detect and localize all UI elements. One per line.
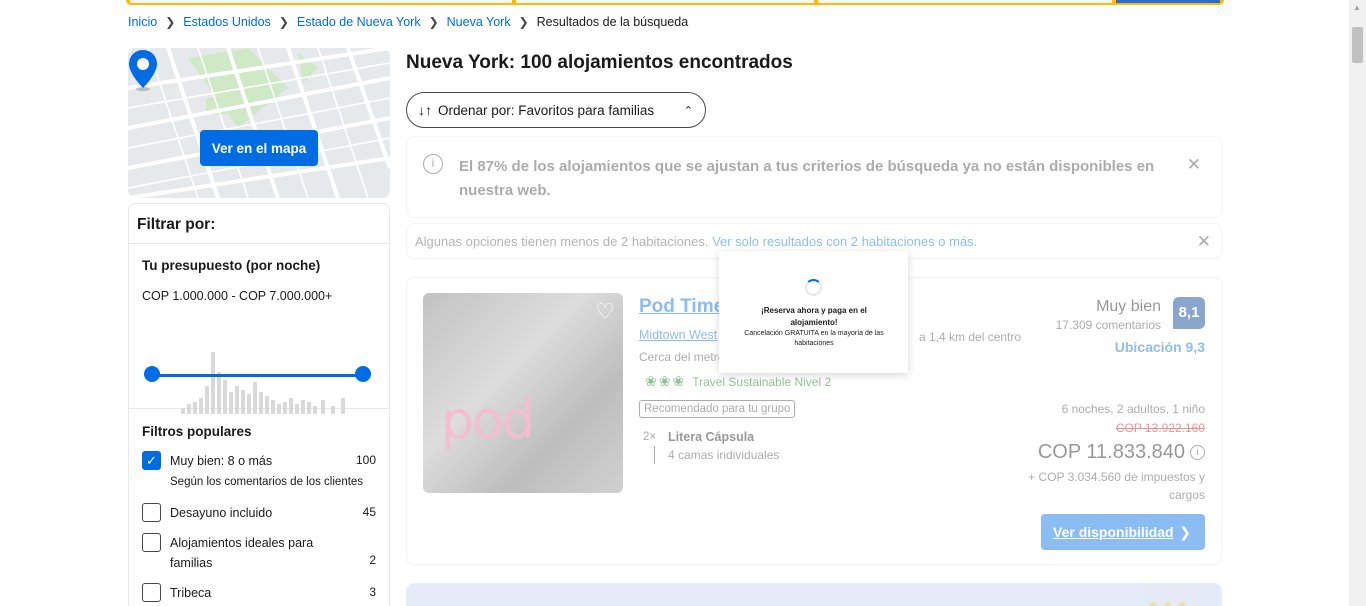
sort-label: Ordenar por: Favoritos para familias: [438, 102, 655, 118]
room-name: Litera Cápsula: [668, 430, 755, 444]
search-field-guests[interactable]: [818, 0, 1112, 3]
budget-slider-max-handle[interactable]: [355, 366, 371, 382]
view-on-map-button[interactable]: Ver en el mapa: [200, 130, 318, 166]
property-location[interactable]: Midtown West: [639, 328, 717, 342]
current-price: COP 11.833.840: [1037, 441, 1185, 463]
loading-popup: ¡Reserva ahora y paga en el alojamiento!…: [719, 251, 908, 373]
room-beds: 4 camas individuales: [668, 448, 780, 462]
sustainability-label: Travel Sustainable Nivel 2: [692, 374, 832, 389]
search-field-destination[interactable]: [130, 0, 512, 3]
property-name[interactable]: Pod Time: [639, 296, 724, 318]
see-availability-button[interactable]: Ver disponibilidad ❯: [1041, 514, 1205, 550]
taxes-info: + COP 3.034.560 de impuestos y cargos: [1028, 470, 1205, 502]
breadcrumb-home[interactable]: Inicio: [128, 15, 157, 29]
see-availability-label: Ver disponibilidad: [1053, 524, 1174, 540]
close-icon[interactable]: ✕: [1197, 232, 1211, 252]
chevron-right-icon: ❯: [278, 15, 289, 29]
map-pin-icon: [129, 50, 157, 91]
chevron-right-icon: ❯: [1179, 523, 1191, 540]
property-distance: a 1,4 km del centro: [919, 330, 1022, 344]
filter-label: Tribeca: [170, 586, 212, 600]
photo-sign-text: pod: [441, 391, 535, 451]
results-title: Nueva York: 100 alojamientos encontrados: [406, 52, 793, 73]
info-icon[interactable]: i: [1190, 445, 1205, 460]
property-photo[interactable]: pod ♡: [423, 293, 623, 493]
search-bar-strip: [126, 0, 1224, 5]
map-background: [128, 48, 390, 198]
filter-option-family[interactable]: Alojamientos ideales para familias 2: [142, 533, 376, 573]
chevron-right-icon: ❯: [428, 15, 439, 29]
breadcrumb-current: Resultados de la búsqueda: [536, 15, 689, 29]
price-histogram: [181, 352, 345, 414]
review-score-word: Muy bien: [1096, 298, 1161, 315]
map-preview[interactable]: Ver en el mapa: [128, 48, 390, 198]
heart-icon[interactable]: ♡: [595, 299, 615, 325]
location-score: Ubicación 9,3: [1114, 339, 1205, 355]
filter-sublabel: Según los comentarios de los clientes: [170, 476, 364, 488]
review-score-badge[interactable]: 8,1: [1173, 297, 1205, 329]
scrollbar-thumb[interactable]: [1352, 27, 1363, 63]
budget-slider-track[interactable]: [153, 374, 363, 377]
room-quantity: 2×: [643, 431, 657, 443]
checkbox-icon[interactable]: [142, 533, 161, 552]
info-message: El 87% de los alojamientos que se ajusta…: [459, 158, 1155, 199]
popup-subtitle: Cancelación GRATUITA en la mayoría de la…: [744, 330, 884, 347]
decoration-icon: ●●●: [1147, 595, 1192, 606]
filter-option-breakfast[interactable]: Desayuno incluido 45: [142, 503, 376, 523]
breadcrumb-city[interactable]: Nueva York: [447, 15, 511, 29]
recommended-badge: Recomendado para tu grupo: [639, 400, 796, 418]
chevron-up-down-icon: ⌃: [683, 104, 693, 117]
budget-range: COP 1.000.000 - COP 7.000.000+: [142, 289, 333, 303]
rooms-note-link[interactable]: Ver solo resultados con 2 habitaciones o…: [712, 234, 977, 249]
sort-dropdown[interactable]: ↓↑ Ordenar por: Favoritos para familias …: [406, 92, 706, 128]
breadcrumb-country[interactable]: Estados Unidos: [183, 15, 271, 29]
popular-filters-title: Filtros populares: [142, 424, 252, 439]
property-near: Cerca del metro: [639, 350, 725, 364]
search-field-dates[interactable]: [516, 0, 814, 3]
checkbox-checked-icon[interactable]: ✓: [142, 451, 161, 470]
popup-title: ¡Reserva ahora y paga en el alojamiento!: [761, 306, 867, 327]
search-button[interactable]: [1116, 0, 1220, 3]
room-divider: [654, 446, 655, 464]
filter-count: 45: [362, 505, 376, 519]
budget-title: Tu presupuesto (por noche): [142, 258, 321, 273]
stay-info: 6 noches, 2 adultos, 1 niño: [1061, 402, 1205, 416]
budget-filter: Tu presupuesto (por noche) COP 1.000.000…: [129, 244, 389, 414]
chevron-right-icon: ❯: [165, 15, 176, 29]
review-count: 17.309 comentarios: [1055, 318, 1161, 332]
checkbox-icon[interactable]: [142, 583, 161, 602]
sort-arrows-icon: ↓↑: [418, 102, 432, 118]
filter-count: 3: [369, 585, 376, 599]
checkbox-icon[interactable]: [142, 503, 161, 522]
rooms-note-text: Algunas opciones tienen menos de 2 habit…: [415, 234, 709, 249]
sustainability-badge: ❀❀❀ Travel Sustainable Nivel 2: [645, 373, 831, 390]
filter-label: Desayuno incluido: [170, 506, 273, 520]
leaf-icon: ❀❀❀: [645, 373, 687, 389]
filters-panel: Filtrar por: Tu presupuesto (por noche) …: [128, 203, 390, 606]
popular-filters: Filtros populares ✓ Muy bien: 8 o más Se…: [129, 409, 389, 603]
filter-label: Muy bien: 8 o más: [170, 454, 273, 468]
breadcrumb-state[interactable]: Estado de Nueva York: [297, 15, 421, 29]
filter-count: 2: [369, 553, 376, 567]
filter-option-tribeca[interactable]: Tribeca 3: [142, 583, 376, 603]
chevron-right-icon: ❯: [518, 15, 529, 29]
filter-label: Alojamientos ideales para familias: [170, 536, 314, 570]
availability-info-banner: i El 87% de los alojamientos que se ajus…: [406, 136, 1222, 218]
results-main: Nueva York: 100 alojamientos encontrados…: [406, 48, 1222, 565]
info-icon: i: [423, 154, 443, 174]
original-price: COP 13.922.160: [1115, 421, 1205, 435]
filter-count: 100: [355, 453, 376, 467]
scroll-up-icon[interactable]: ▲: [1353, 3, 1361, 12]
breadcrumb: Inicio ❯ Estados Unidos ❯ Estado de Nuev…: [128, 15, 688, 29]
promo-banner: ●●●: [406, 583, 1222, 606]
page-scrollbar[interactable]: ▲: [1349, 0, 1366, 606]
budget-slider-min-handle[interactable]: [144, 366, 160, 382]
close-icon[interactable]: ✕: [1187, 155, 1201, 175]
filter-option-very-good[interactable]: ✓ Muy bien: 8 o más Según los comentario…: [142, 451, 376, 493]
filters-heading: Filtrar por:: [129, 204, 389, 244]
loading-spinner-icon: [805, 279, 822, 296]
